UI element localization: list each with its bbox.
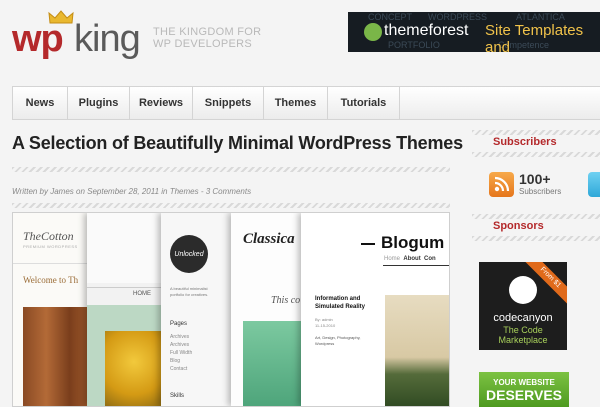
your-website-line-2: DESERVES [486,387,562,403]
classica-brand: Classica [243,231,295,247]
sidebar-divider [472,130,600,135]
your-website-ad[interactable]: YOUR WEBSITE DESERVES [479,372,569,407]
blogum-post-meta: By: admin 11-15-2010 [315,317,335,329]
pages-list: Archives Archives Full Width Blog Contac… [170,333,192,373]
site-tagline: THE KINGDOM FOR WP DEVELOPERS [153,26,261,50]
thecotton-welcome: Welcome to Th [23,275,79,285]
nav-item-themes[interactable]: Themes [264,87,328,119]
subscribers-heading: Subscribers [493,136,557,148]
tagline-line-2: WP DEVELOPERS [153,38,253,50]
post-title[interactable]: A Selection of Beautifully Minimal WordP… [12,133,463,154]
your-website-line-1: YOUR WEBSITE [493,378,555,387]
banner-brand: themeforest [384,22,469,39]
category-link[interactable]: Themes [170,187,199,196]
sidebar-divider [472,236,600,241]
page-link: Archives [170,334,190,340]
pages-title: Pages [170,321,188,327]
page-link: Full Width [170,350,193,356]
codecanyon-tag-2: Marketplace [498,335,548,345]
blogum-nav: Home About Con [384,256,436,262]
tagline-line-1: THE KINGDOM FOR [153,26,262,38]
subscribers-count: 100+ [519,171,551,187]
theme-preview-blogum: Blogum Home About Con Information and Si… [301,213,449,406]
theme-preview-thecotton: TheCotton PREMIUM WORDPRESS Welcome to T… [13,213,93,406]
themeforest-banner-ad[interactable]: CONCEPT WORDPRESS ATLANTICA Competence P… [348,12,600,52]
unlocked-desc-1: A beautiful minimalist [170,286,208,291]
banner-bg-word: CONCEPT [368,12,413,22]
post-date: 11-15-2010 [315,323,336,328]
classica-green-image [243,321,307,406]
skills-title: Skills [170,393,185,399]
nav-item-reviews[interactable]: Reviews [130,87,193,119]
theme2-nav: HOME [133,291,151,297]
unlocked-logo: Unlocked [174,251,204,258]
page-link: Blog [170,358,181,364]
codecanyon-logo-icon [509,276,537,304]
divider [87,287,163,288]
meta-divider [12,203,450,208]
thecotton-sub: PREMIUM WORDPRESS [23,244,78,249]
subscribers-label: Subscribers [519,187,562,196]
blogum-landscape-image [385,295,449,406]
sponsors-heading: Sponsors [493,220,544,232]
sidebar-divider [472,152,600,157]
nav-item-news[interactable]: News [13,87,68,119]
blogum-post-tags: Art, Design, Photography, Wordpress [315,335,361,347]
nav-item-snippets[interactable]: Snippets [193,87,264,119]
main-nav: News Plugins Reviews Snippets Themes Tut… [12,86,600,120]
blogum-nav-home: Home [384,256,401,262]
page-link: Archives [170,342,190,348]
codecanyon-ad[interactable]: From $1 codecanyon The Code Marketplace [479,262,567,350]
banner-bg-word: PORTFOLIO [388,40,440,50]
blogum-nav-about: About [403,256,421,262]
post-title-line-2: Simulated Reality [315,304,366,310]
unlocked-desc-2: portfolio for creatives. [170,292,209,297]
theme-preview-classica: Classica This co [231,213,307,406]
meta-separator: - [198,187,206,196]
author-link[interactable]: James [50,187,74,196]
crown-icon [48,10,74,24]
theme-preview-2: HOME [87,213,163,406]
blogum-nav-con: Con [424,256,436,262]
post-tags-line-2: Wordpress [315,341,335,346]
page-link: Contact [170,366,188,372]
theme-preview-unlocked: Unlocked A beautiful minimalist portfoli… [161,213,233,406]
nav-item-plugins[interactable]: Plugins [68,87,130,119]
twitter-icon[interactable] [588,172,600,197]
banner-text: Site Templates and [485,22,584,52]
post-meta: Written by James on September 28, 2011 i… [12,187,251,196]
nav-item-tutorials[interactable]: Tutorials [328,87,400,119]
blogum-dash [361,243,375,245]
banner-bg-word: WORDPRESS [428,12,488,22]
post-title-line-1: Information and [315,296,361,302]
blogum-divider [383,265,449,266]
sidebar-divider [472,214,600,219]
yellow-tree-image [105,331,163,406]
comments-link[interactable]: 3 Comments [206,187,251,196]
themes-collage-image[interactable]: TheCotton PREMIUM WORDPRESS Welcome to T… [12,212,450,407]
rss-glyph [494,176,510,192]
blogum-post-title: Information and Simulated Reality [315,295,365,311]
codecanyon-name: codecanyon [493,312,553,324]
divider [13,263,93,264]
logo-wp-text: wp [12,18,64,60]
banner-bg-word: ATLANTICA [516,12,565,22]
meta-prefix: Written by [12,187,51,196]
themeforest-leaf-icon [364,23,382,41]
wood-image [23,307,93,406]
classica-text: This co [271,295,301,306]
rss-icon[interactable] [489,172,514,197]
header-area [87,213,163,283]
title-divider [12,167,450,172]
thecotton-brand: TheCotton [23,229,74,243]
codecanyon-tagline: The Code Marketplace [479,325,567,345]
blogum-brand: Blogum [381,233,445,252]
codecanyon-tag-1: The Code [503,325,543,335]
meta-date: on September 28, 2011 in [73,187,170,196]
logo-king-text: king [74,18,141,60]
